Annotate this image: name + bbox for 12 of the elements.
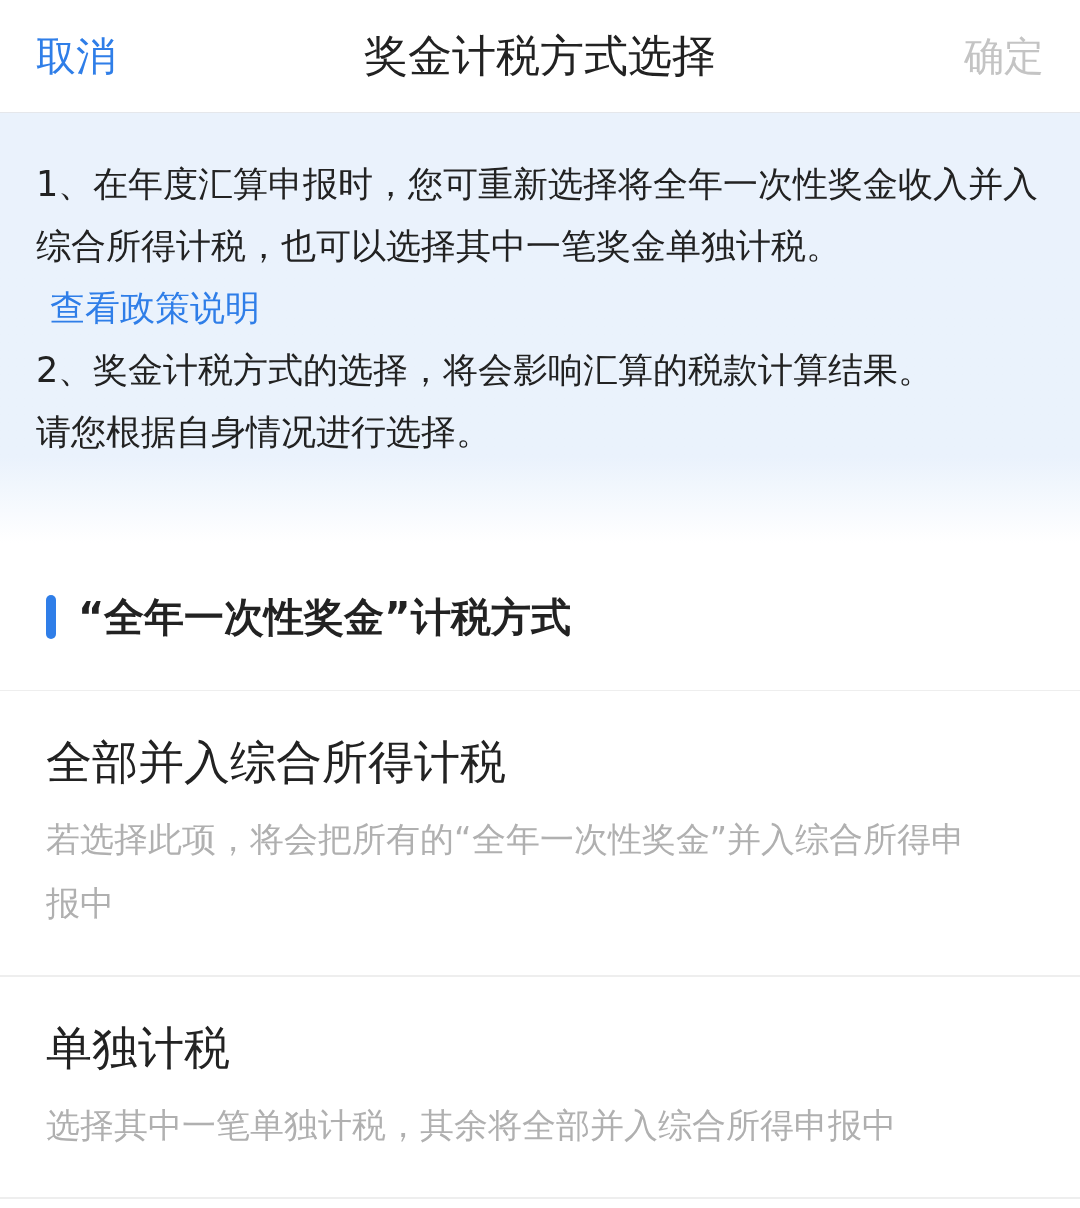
notice-text: 请您根据自身情况进行选择。 — [36, 411, 492, 454]
policy-link[interactable]: 查看政策说明 — [50, 288, 260, 328]
accent-bar — [46, 594, 56, 639]
notice-text: 2、奖金计税方式的选择，将会影响汇算的税款计算结果。 — [36, 349, 935, 392]
option-description: 若选择此项，将会把所有的“全年一次性奖金”并入综合所得申报中 — [46, 818, 967, 925]
section-title: “全年一次性奖金”计税方式 — [78, 592, 571, 642]
option-description: 选择其中一笔单独计税，其余将全部并入综合所得申报中 — [46, 1104, 897, 1147]
notice-text: 1、在年度汇算申报时，您可重新选择将全年一次性奖金收入并入综合所得计税，也可以选择其中一笔奖金单独计税。 查看政策说明 — [36, 163, 1040, 330]
option-title: 全部并入综合所得计税 — [46, 734, 507, 791]
cancel-button[interactable]: 取消 — [36, 26, 116, 86]
option-title: 单独计税 — [46, 1020, 231, 1077]
page-title: 奖金计税方式选择 — [364, 29, 716, 83]
